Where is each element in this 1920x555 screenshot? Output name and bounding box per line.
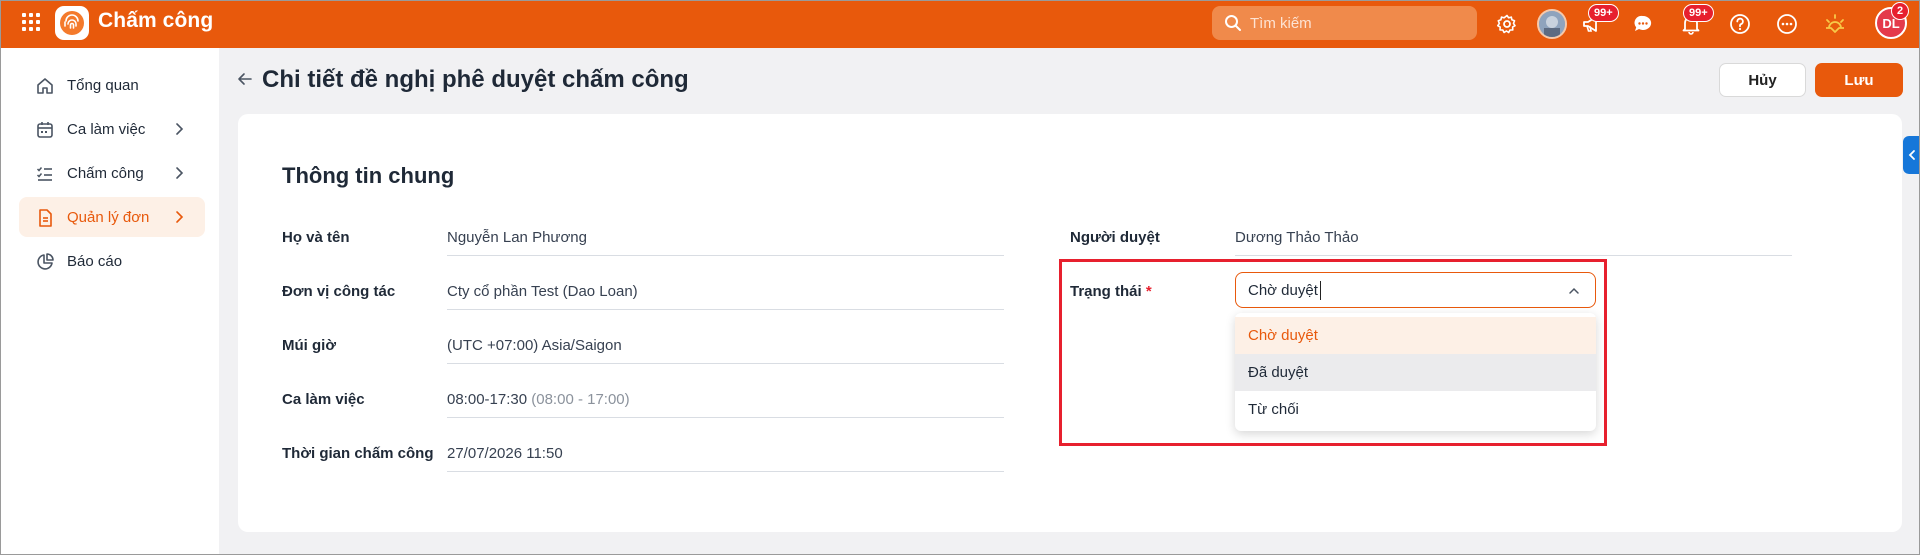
bell-icon[interactable]: 99+	[1677, 4, 1714, 38]
sidebar-item-overview[interactable]: Tổng quan	[19, 65, 205, 105]
chevron-right-icon	[176, 123, 184, 135]
field-divider	[447, 363, 1004, 364]
help-icon[interactable]	[1726, 10, 1754, 38]
top-bar: Chấm công 99+	[0, 0, 1920, 48]
pie-chart-icon	[37, 253, 54, 270]
cancel-button[interactable]: Hủy	[1719, 63, 1806, 97]
chevron-right-icon	[176, 167, 184, 179]
field-label-timezone: Múi giờ	[282, 337, 336, 354]
text-cursor	[1320, 281, 1321, 300]
sunrise-icon[interactable]	[1821, 10, 1849, 38]
home-icon	[37, 78, 53, 94]
chevron-up-icon	[1569, 287, 1579, 294]
field-value-shift: 08:00-17:30 (08:00 - 17:00)	[447, 391, 630, 408]
search-input[interactable]	[1250, 14, 1470, 32]
option-label: Đã duyệt	[1248, 364, 1309, 381]
field-label-full-name: Họ và tên	[282, 229, 350, 246]
field-value-approver: Dương Thảo Thảo	[1235, 229, 1359, 246]
sidebar-item-label: Báo cáo	[67, 253, 123, 270]
shift-time-note: (08:00 - 17:00)	[531, 391, 630, 408]
field-label-status: Trạng thái *	[1070, 283, 1152, 300]
field-divider	[447, 471, 1004, 472]
user-badge: 2	[1891, 2, 1909, 20]
sidebar-item-timekeeping[interactable]: Chấm công	[19, 153, 205, 193]
notification-badge: 99+	[1683, 4, 1714, 22]
status-option-pending[interactable]: Chờ duyệt	[1235, 317, 1596, 354]
option-label: Từ chối	[1248, 401, 1299, 418]
field-divider	[447, 417, 1004, 418]
field-divider	[1235, 255, 1792, 256]
sidebar-item-label: Chấm công	[67, 165, 144, 182]
announcement-badge: 99+	[1588, 4, 1619, 22]
chevron-left-icon	[1908, 150, 1915, 160]
org-avatar[interactable]	[1537, 9, 1567, 39]
page-title: Chi tiết đề nghị phê duyệt chấm công	[262, 66, 689, 93]
field-value-full-name: Nguyễn Lan Phương	[447, 229, 587, 246]
field-value-timezone: (UTC +07:00) Asia/Saigon	[447, 337, 622, 354]
side-panel-toggle[interactable]	[1903, 136, 1920, 174]
search-icon	[1225, 15, 1241, 31]
sidebar-item-label: Ca làm việc	[67, 121, 146, 138]
apps-grid-icon[interactable]	[22, 13, 40, 31]
field-value-work-unit: Cty cổ phần Test (Dao Loan)	[447, 283, 638, 300]
required-mark: *	[1145, 283, 1152, 300]
app-title: Chấm công	[98, 9, 214, 32]
save-button[interactable]: Lưu	[1815, 63, 1903, 97]
field-value-checkin-time: 27/07/2026 11:50	[447, 445, 563, 462]
field-label-shift: Ca làm việc	[282, 391, 365, 408]
fingerprint-icon	[60, 11, 84, 35]
sidebar-item-label: Quản lý đơn	[67, 209, 150, 226]
chat-icon[interactable]	[1629, 10, 1657, 38]
search-box[interactable]	[1212, 6, 1477, 40]
sidebar-item-shifts[interactable]: Ca làm việc	[19, 109, 205, 149]
document-icon	[39, 209, 52, 227]
option-label: Chờ duyệt	[1248, 327, 1318, 344]
status-select[interactable]: Chờ duyệt	[1235, 272, 1596, 308]
section-title: Thông tin chung	[282, 163, 455, 188]
sidebar-item-reports[interactable]: Báo cáo	[19, 241, 205, 281]
status-option-approved[interactable]: Đã duyệt	[1235, 354, 1596, 391]
status-dropdown: Chờ duyệt Đã duyệt Từ chối	[1235, 313, 1596, 431]
field-label-checkin-time: Thời gian chấm công	[282, 445, 434, 462]
calendar-icon	[37, 122, 53, 138]
more-icon[interactable]	[1773, 10, 1801, 38]
field-divider	[447, 255, 1004, 256]
field-label-work-unit: Đơn vị công tác	[282, 283, 396, 300]
announcement-icon[interactable]: 99+	[1578, 4, 1619, 38]
field-divider	[447, 309, 1004, 310]
checklist-icon	[36, 167, 52, 181]
status-select-value: Chờ duyệt	[1248, 282, 1318, 299]
app-logo	[55, 6, 89, 40]
status-label: Trạng thái	[1070, 283, 1142, 300]
status-option-rejected[interactable]: Từ chối	[1235, 391, 1596, 428]
back-arrow-icon[interactable]	[236, 70, 254, 88]
sidebar-item-label: Tổng quan	[67, 77, 139, 94]
settings-gear-icon[interactable]	[1493, 10, 1521, 38]
field-label-approver: Người duyệt	[1070, 229, 1160, 246]
sidebar-item-request-management[interactable]: Quản lý đơn	[19, 197, 205, 237]
shift-time: 08:00-17:30	[447, 391, 528, 408]
chevron-right-icon	[176, 211, 184, 223]
sidebar: Tổng quan Ca làm việc Chấm công Quản lý …	[1, 48, 219, 554]
